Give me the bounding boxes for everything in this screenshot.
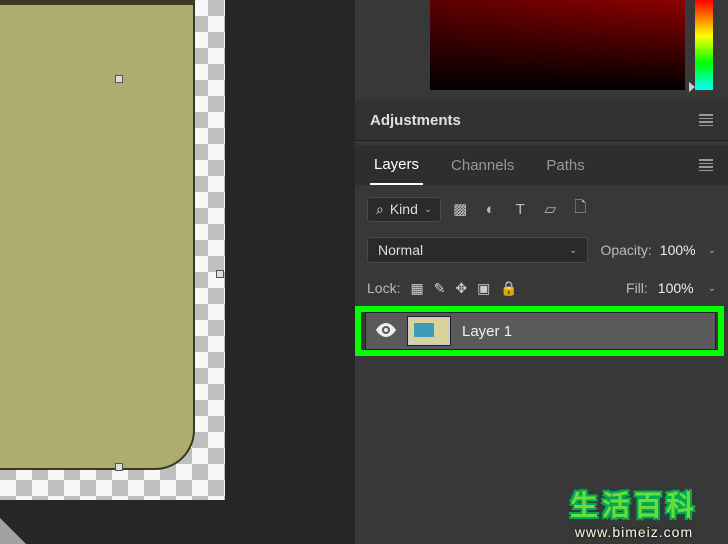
layers-panel-tabs: Layers Channels Paths <box>355 145 728 185</box>
chevron-down-icon: ⌄ <box>424 204 432 215</box>
layer-thumbnail[interactable] <box>408 317 450 345</box>
filter-kind-select[interactable]: ⌕ Kind ⌄ <box>367 197 441 222</box>
corner-fold-icon <box>0 518 26 544</box>
layer-row[interactable]: Layer 1 <box>365 312 716 350</box>
lock-pixels-icon[interactable]: ✎ <box>434 280 446 297</box>
blend-mode-select[interactable]: Normal ⌄ <box>367 237 588 263</box>
panel-stack: Adjustments Layers Channels Paths ⌕ Kind… <box>355 0 728 544</box>
layer-filter-row: ⌕ Kind ⌄ ▩ ◐ T ▱ 🗋 <box>355 190 728 228</box>
watermark-title: 生活百科 <box>544 484 724 524</box>
fill-value[interactable]: 100% <box>658 280 694 296</box>
lock-position-icon[interactable]: ✥ <box>455 280 467 297</box>
opacity-label: Opacity: <box>600 242 651 258</box>
panel-menu-icon[interactable] <box>699 159 713 171</box>
adjustments-panel-header[interactable]: Adjustments <box>355 100 728 140</box>
watermark-url: www.bimeiz.com <box>544 524 724 540</box>
artwork-shape[interactable] <box>0 0 195 470</box>
lock-transparency-icon[interactable]: ▦ <box>410 280 423 297</box>
filter-adjustment-icon[interactable]: ◐ <box>481 197 499 222</box>
hue-slider[interactable] <box>695 0 713 90</box>
chevron-down-icon[interactable]: ⌄ <box>708 283 716 294</box>
lock-all-icon[interactable]: 🔒 <box>500 280 517 297</box>
opacity-value[interactable]: 100% <box>660 242 696 258</box>
color-field[interactable] <box>430 0 685 90</box>
fill-label: Fill: <box>626 280 648 296</box>
filter-type-icon[interactable]: T <box>511 197 529 222</box>
tab-layers[interactable]: Layers <box>370 146 423 185</box>
chevron-down-icon[interactable]: ⌄ <box>708 245 716 256</box>
tab-paths[interactable]: Paths <box>542 147 588 184</box>
search-icon: ⌕ <box>376 201 384 218</box>
filter-shape-icon[interactable]: ▱ <box>541 197 559 222</box>
filter-pixel-icon[interactable]: ▩ <box>451 197 469 222</box>
lock-artboard-icon[interactable]: ▣ <box>477 280 490 297</box>
tab-channels[interactable]: Channels <box>447 147 518 184</box>
panel-menu-icon[interactable] <box>699 114 713 126</box>
hue-slider-handle[interactable] <box>689 82 695 92</box>
layer-name[interactable]: Layer 1 <box>462 323 512 340</box>
lock-label: Lock: <box>367 280 400 296</box>
adjustments-label: Adjustments <box>370 112 461 129</box>
filter-smartobject-icon[interactable]: 🗋 <box>571 197 589 222</box>
transform-handle-right[interactable] <box>216 270 224 278</box>
visibility-eye-icon[interactable] <box>376 321 396 342</box>
watermark: 生活百科 www.bimeiz.com <box>544 484 724 540</box>
panel-divider <box>355 140 728 141</box>
lock-row: Lock: ▦ ✎ ✥ ▣ 🔒 Fill: 100% ⌄ <box>355 270 728 306</box>
transform-handle-top[interactable] <box>115 75 123 83</box>
blend-mode-row: Normal ⌄ Opacity: 100% ⌄ <box>355 232 728 268</box>
chevron-down-icon: ⌄ <box>569 245 577 256</box>
transform-handle-bottom[interactable] <box>115 463 123 471</box>
filter-kind-label: Kind <box>390 201 418 217</box>
canvas-area[interactable] <box>0 0 340 544</box>
blend-mode-value: Normal <box>378 242 423 258</box>
